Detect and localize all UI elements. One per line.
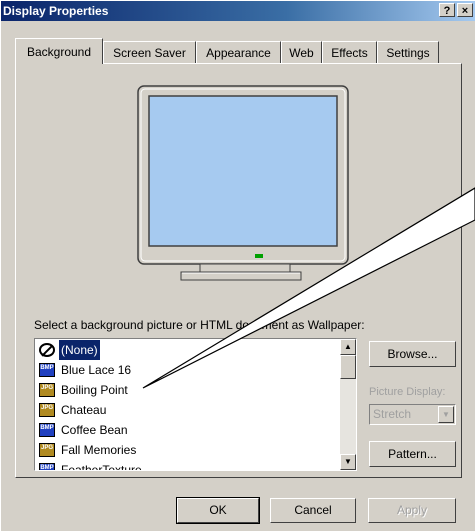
tab-screen-saver[interactable]: Screen Saver	[103, 41, 196, 63]
help-button[interactable]: ?	[439, 3, 455, 17]
display-properties-window: Display Properties ? × Background Screen…	[0, 0, 475, 531]
title-bar: Display Properties ? ×	[1, 1, 475, 21]
tab-appearance[interactable]: Appearance	[196, 41, 281, 63]
scroll-down-icon[interactable]: ▼	[340, 454, 356, 470]
ok-button[interactable]: OK	[176, 497, 260, 524]
bmp-file-icon: BMP	[39, 363, 55, 377]
picture-display-select[interactable]: Stretch ▼	[369, 404, 456, 425]
cancel-button[interactable]: Cancel	[270, 498, 356, 523]
jpg-file-icon: JPG	[39, 403, 55, 417]
none-icon	[39, 343, 55, 357]
close-button[interactable]: ×	[457, 3, 473, 17]
browse-button[interactable]: Browse...	[369, 341, 456, 367]
pattern-button[interactable]: Pattern...	[369, 441, 456, 467]
tab-web[interactable]: Web	[281, 41, 322, 63]
list-scrollbar[interactable]: ▲ ▼	[340, 339, 356, 470]
picture-display-label: Picture Display:	[369, 386, 446, 398]
wallpaper-list[interactable]: (None) BMP Blue Lace 16 JPG Boiling Poin…	[34, 338, 357, 471]
tab-settings[interactable]: Settings	[377, 41, 439, 63]
chevron-down-icon[interactable]: ▼	[438, 406, 454, 423]
tab-effects[interactable]: Effects	[322, 41, 377, 63]
jpg-file-icon: JPG	[39, 383, 55, 397]
window-title: Display Properties	[3, 4, 109, 18]
scroll-up-icon[interactable]: ▲	[340, 339, 356, 355]
tab-background[interactable]: Background	[15, 38, 103, 64]
wallpaper-label: Select a background picture or HTML docu…	[34, 318, 365, 332]
apply-button: Apply	[368, 498, 456, 523]
jpg-file-icon: JPG	[39, 443, 55, 457]
scroll-thumb[interactable]	[340, 355, 356, 379]
bmp-file-icon: BMP	[39, 423, 55, 437]
bmp-file-icon: BMP	[39, 463, 55, 470]
